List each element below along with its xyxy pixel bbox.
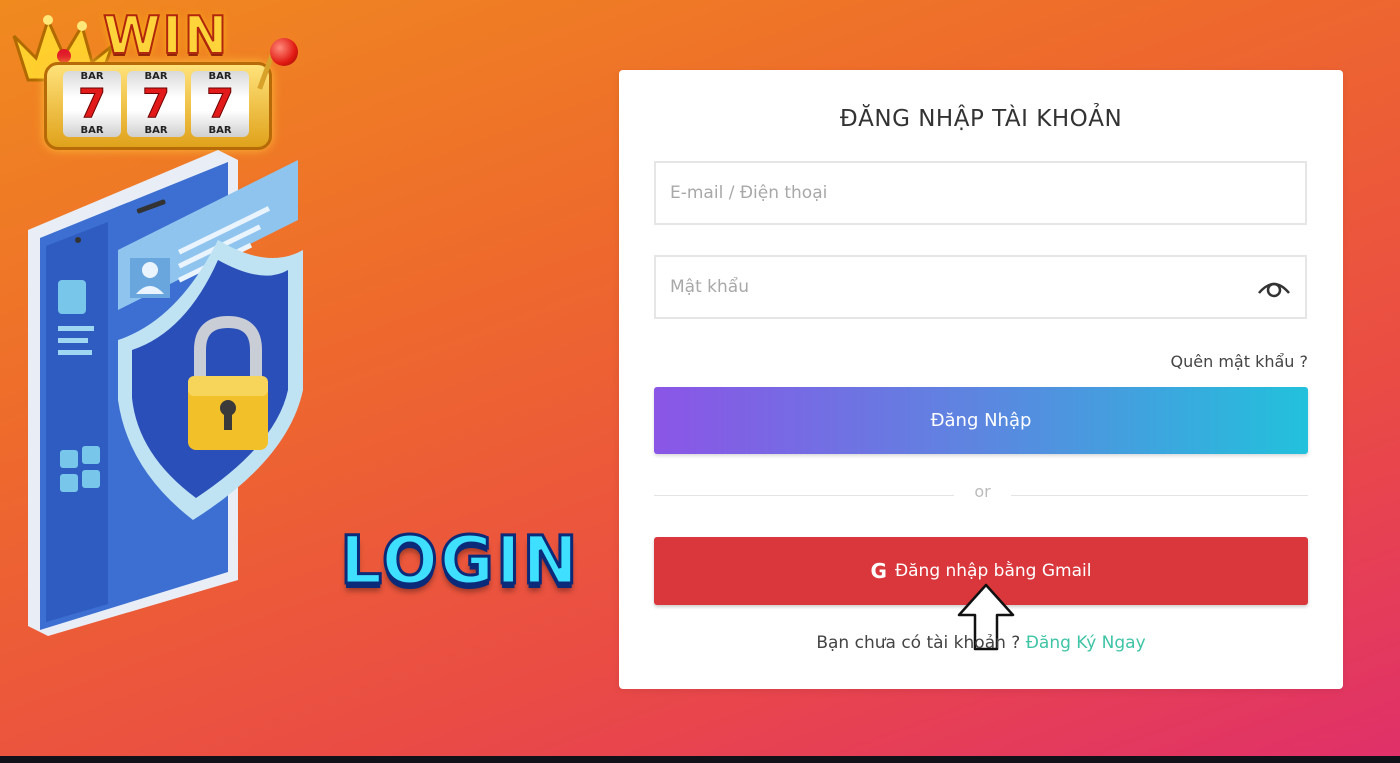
slot-reel: BAR 7 BAR: [127, 71, 185, 137]
gmail-login-label: Đăng nhập bằng Gmail: [894, 561, 1092, 581]
logo-wordmark: WIN: [102, 5, 230, 67]
reel-bar-label: BAR: [144, 125, 168, 136]
login-button[interactable]: Đăng Nhập: [654, 387, 1308, 454]
phone-security-illustration: [28, 150, 303, 636]
google-icon: G: [870, 559, 887, 583]
password-field: [654, 255, 1307, 319]
email-input[interactable]: [656, 163, 1305, 223]
bottom-bar: [0, 756, 1400, 763]
or-separator: or: [974, 482, 991, 501]
login-card: ĐĂNG NHẬP TÀI KHOẢN Quên mật khẩu ? Đăng…: [619, 70, 1343, 689]
reel-symbol: 7: [78, 81, 107, 127]
divider: [1011, 495, 1308, 496]
app-tile: [58, 280, 86, 314]
form-title: ĐĂNG NHẬP TÀI KHOẢN: [839, 106, 1123, 132]
reel-bar-label: BAR: [80, 125, 104, 136]
no-account-text: Bạn chưa có tài khoản ?: [816, 633, 1021, 653]
signup-prompt: Bạn chưa có tài khoản ? Đăng Ký Ngay: [619, 633, 1343, 653]
slot-reel: BAR 7 BAR: [63, 71, 121, 137]
reel-symbol: 7: [206, 81, 235, 127]
reel-symbol: 7: [142, 81, 171, 127]
email-field: [654, 161, 1307, 225]
brand-logo[interactable]: WIN BAR 7 BAR BAR 7 BAR BAR 7 BAR: [8, 2, 298, 150]
reel-bar-label: BAR: [208, 125, 232, 136]
slot-reel: BAR 7 BAR: [191, 71, 249, 137]
register-link[interactable]: Đăng Ký Ngay: [1026, 633, 1146, 653]
slot-lever-knob: [270, 38, 298, 66]
slot-machine: BAR 7 BAR BAR 7 BAR BAR 7 BAR: [44, 62, 272, 150]
login-headline: LOGIN: [339, 521, 580, 601]
password-input[interactable]: [656, 257, 1305, 317]
eye-icon[interactable]: [1257, 275, 1291, 301]
divider: [654, 495, 954, 496]
forgot-password-link[interactable]: Quên mật khẩu ?: [1171, 352, 1308, 371]
